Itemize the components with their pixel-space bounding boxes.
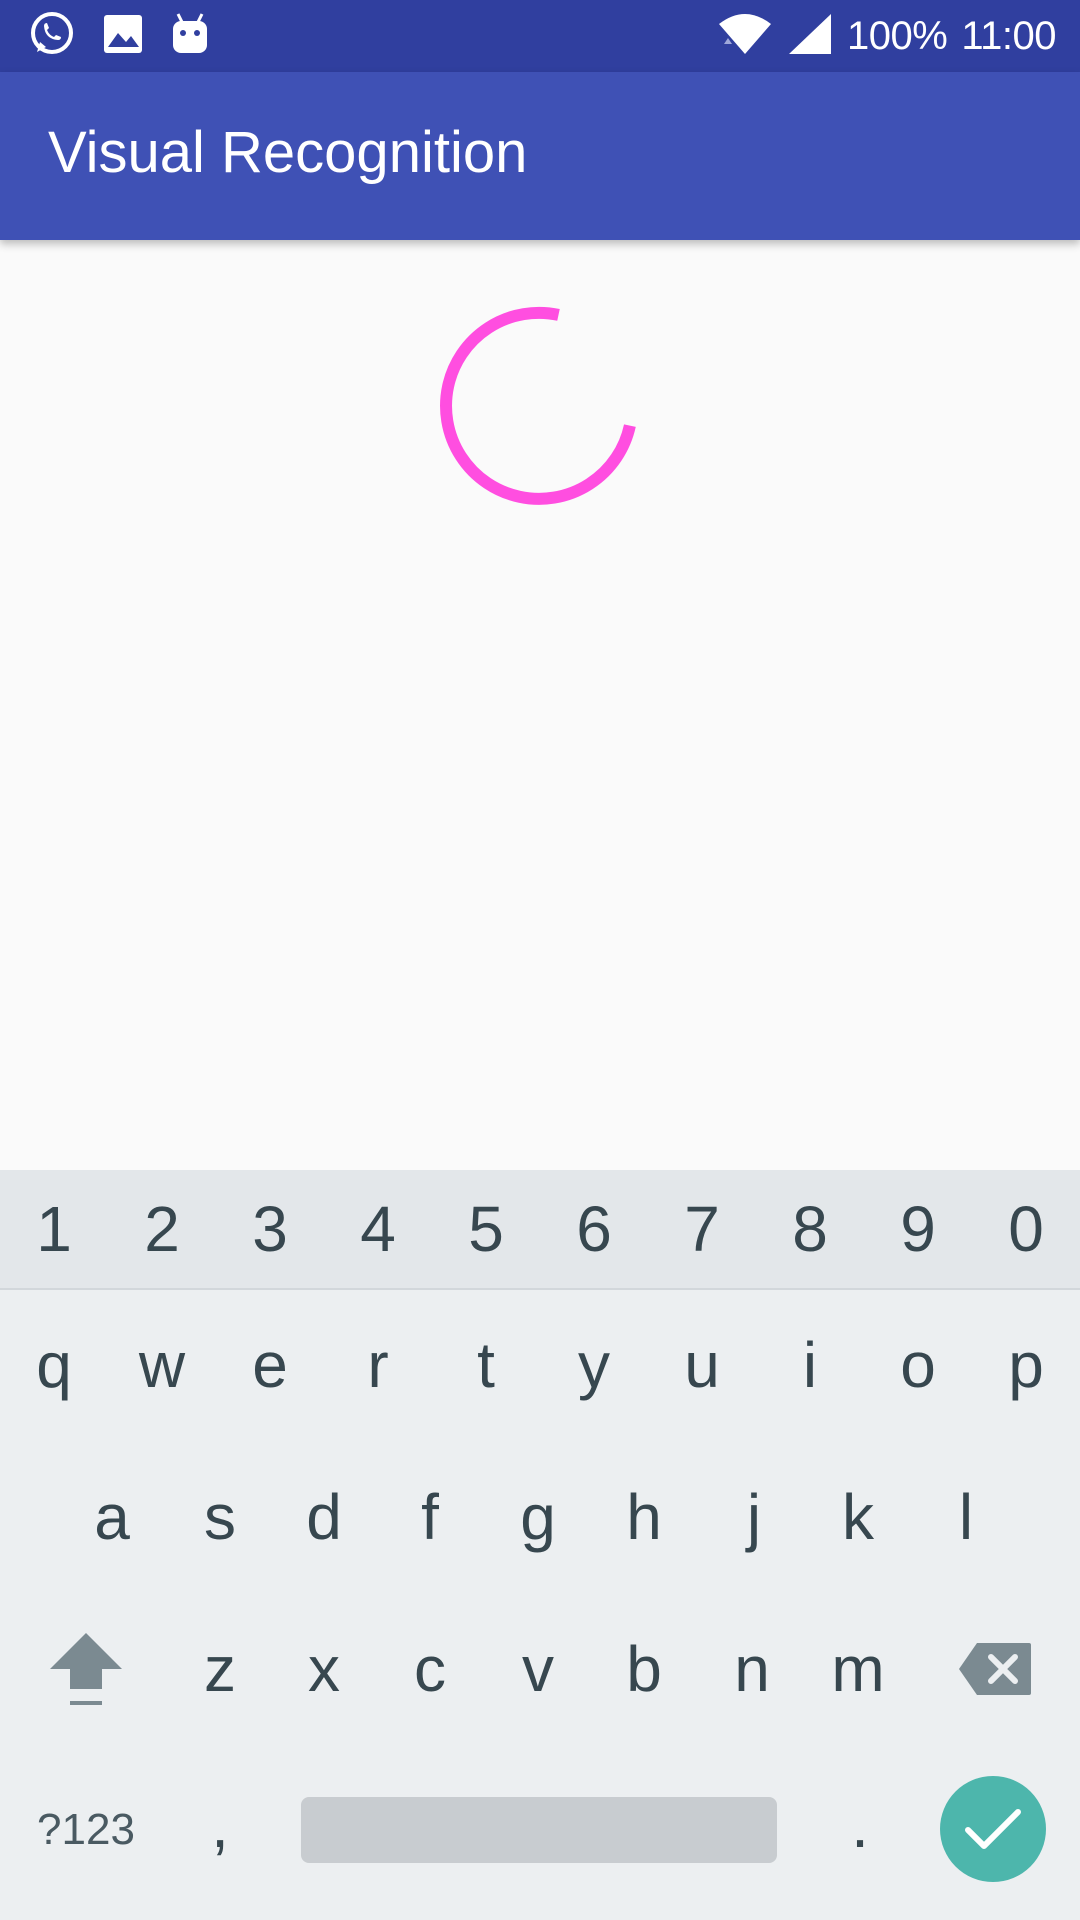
comma-key[interactable]: , — [166, 1750, 274, 1900]
soft-keyboard: 1 2 3 4 5 6 7 8 9 0 q w e r t y u i o p … — [0, 1170, 1080, 1920]
symbols-key[interactable]: ?123 — [20, 1760, 152, 1900]
key-9[interactable]: 9 — [864, 1170, 972, 1288]
android-icon — [170, 12, 210, 61]
key-b[interactable]: b — [590, 1594, 698, 1744]
key-4[interactable]: 4 — [324, 1170, 432, 1288]
key-5[interactable]: 5 — [432, 1170, 540, 1288]
key-h[interactable]: h — [590, 1442, 698, 1592]
shift-key[interactable] — [30, 1594, 142, 1744]
enter-button[interactable] — [940, 1776, 1046, 1882]
spacebar[interactable] — [301, 1797, 777, 1863]
key-c[interactable]: c — [376, 1594, 484, 1744]
key-z[interactable]: z — [166, 1594, 274, 1744]
key-p[interactable]: p — [972, 1290, 1080, 1440]
backspace-icon — [959, 1643, 1031, 1695]
key-w[interactable]: w — [108, 1290, 216, 1440]
notification-icons — [28, 10, 210, 62]
loading-spinner — [440, 306, 636, 505]
key-m[interactable]: m — [804, 1594, 912, 1744]
key-n[interactable]: n — [698, 1594, 806, 1744]
check-icon — [965, 1809, 1021, 1849]
key-r[interactable]: r — [324, 1290, 432, 1440]
image-icon — [102, 13, 144, 60]
key-k[interactable]: k — [804, 1442, 912, 1592]
key-x[interactable]: x — [270, 1594, 378, 1744]
key-e[interactable]: e — [216, 1290, 324, 1440]
backspace-key[interactable] — [940, 1594, 1050, 1744]
key-d[interactable]: d — [270, 1442, 378, 1592]
key-6[interactable]: 6 — [540, 1170, 648, 1288]
wifi-icon — [717, 12, 773, 61]
app-bar: Visual Recognition — [0, 72, 1080, 240]
status-bar: 100% 11:00 — [0, 0, 1080, 72]
screen: 100% 11:00 Visual Recognition 1 2 3 4 5 … — [0, 0, 1080, 1920]
number-row: 1 2 3 4 5 6 7 8 9 0 — [0, 1170, 1080, 1290]
key-o[interactable]: o — [864, 1290, 972, 1440]
key-y[interactable]: y — [540, 1290, 648, 1440]
system-status: 100% 11:00 — [717, 0, 1056, 72]
key-u[interactable]: u — [648, 1290, 756, 1440]
key-q[interactable]: q — [0, 1290, 108, 1440]
key-l[interactable]: l — [912, 1442, 1020, 1592]
content-area — [0, 240, 1080, 1170]
key-a[interactable]: a — [58, 1442, 166, 1592]
key-1[interactable]: 1 — [0, 1170, 108, 1288]
signal-icon — [787, 12, 833, 61]
clock: 11:00 — [961, 13, 1056, 58]
shift-icon — [50, 1633, 122, 1705]
key-i[interactable]: i — [756, 1290, 864, 1440]
key-v[interactable]: v — [484, 1594, 592, 1744]
key-2[interactable]: 2 — [108, 1170, 216, 1288]
key-8[interactable]: 8 — [756, 1170, 864, 1288]
key-3[interactable]: 3 — [216, 1170, 324, 1288]
key-0[interactable]: 0 — [972, 1170, 1080, 1288]
key-g[interactable]: g — [484, 1442, 592, 1592]
key-7[interactable]: 7 — [648, 1170, 756, 1288]
key-j[interactable]: j — [700, 1442, 808, 1592]
period-key[interactable]: . — [806, 1750, 914, 1900]
key-s[interactable]: s — [166, 1442, 274, 1592]
app-title: Visual Recognition — [48, 120, 528, 185]
battery-percent: 100% — [847, 13, 948, 58]
whatsapp-icon — [28, 10, 76, 63]
key-f[interactable]: f — [376, 1442, 484, 1592]
key-t[interactable]: t — [432, 1290, 540, 1440]
